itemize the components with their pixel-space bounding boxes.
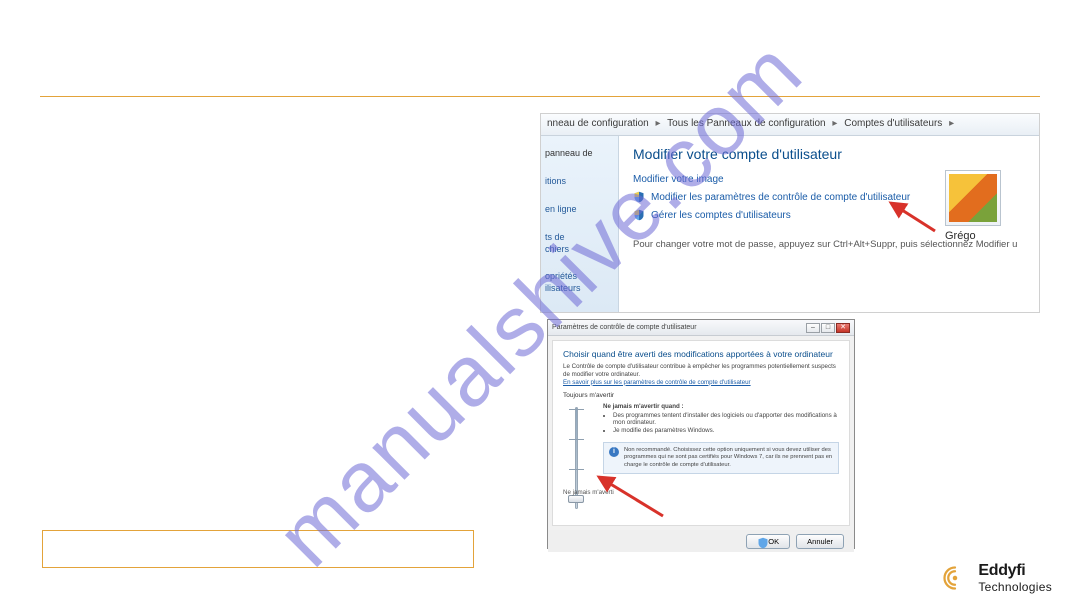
maximize-button[interactable]: □ <box>821 323 835 333</box>
sidebar-item[interactable]: opriétés <box>545 272 614 282</box>
sidebar-item[interactable]: chiers <box>545 245 614 255</box>
page-title: Modifier votre compte d'utilisateur <box>633 146 1027 162</box>
dialog-heading: Choisir quand être averti des modificati… <box>563 349 839 359</box>
sidebar-item[interactable]: ts de <box>545 233 614 243</box>
slider-label-top: Toujours m'avertir <box>563 392 839 399</box>
learn-more-link[interactable]: En savoir plus sur les paramètres de con… <box>563 379 751 386</box>
chevron-right-icon: ▸ <box>832 118 837 129</box>
sidebar-item[interactable]: ilisateurs <box>545 284 614 294</box>
info-icon: i <box>609 447 619 457</box>
link-label: Modifier votre image <box>633 174 724 185</box>
breadcrumb-seg-2[interactable]: Tous les Panneaux de configuration <box>667 118 825 129</box>
never-notify-panel: Ne jamais m'avertir quand : Des programm… <box>603 403 839 434</box>
info-text: Non recommandé. Choisissez cette option … <box>624 447 833 469</box>
minimize-button[interactable]: – <box>806 323 820 333</box>
shield-icon <box>757 537 765 545</box>
brand-logo: Eddyfi Technologies <box>940 562 1052 594</box>
shield-icon <box>633 191 645 203</box>
button-label: Annuler <box>807 537 833 546</box>
ok-button[interactable]: OK <box>746 534 790 549</box>
link-label: Modifier les paramètres de contrôle de c… <box>651 192 910 203</box>
cancel-button[interactable]: Annuler <box>796 534 844 549</box>
window-title: Paramètres de contrôle de compte d'utili… <box>552 324 697 331</box>
button-label: OK <box>768 537 779 546</box>
titlebar: Paramètres de contrôle de compte d'utili… <box>548 320 854 336</box>
user-name: Grégo <box>945 230 1033 242</box>
dialog-intro: Le Contrôle de compte d'utilisateur cont… <box>563 363 839 379</box>
control-panel-screenshot: nneau de configuration ▸ Tous les Pannea… <box>540 113 1040 313</box>
close-button[interactable]: ✕ <box>836 323 850 333</box>
uac-dialog-screenshot: Paramètres de contrôle de compte d'utili… <box>547 319 855 549</box>
annotation-arrow-icon <box>885 199 945 239</box>
user-tile: Grégo <box>945 170 1033 242</box>
sidebar-heading: panneau de <box>545 149 614 159</box>
sidebar: panneau de itions en ligne ts de chiers … <box>541 136 619 312</box>
divider-line <box>40 96 1040 97</box>
breadcrumb-seg-1[interactable]: nneau de configuration <box>547 118 649 129</box>
bullet: Des programmes tentent d'installer des l… <box>613 412 839 426</box>
logo-line-2: Technologies <box>978 580 1052 594</box>
breadcrumb: nneau de configuration ▸ Tous les Pannea… <box>541 114 1039 136</box>
sidebar-item[interactable]: bles <box>545 312 614 313</box>
uac-slider[interactable] <box>563 403 589 513</box>
logo-line-1: Eddyfi <box>978 562 1052 580</box>
avatar <box>945 170 1001 226</box>
placeholder-box <box>42 530 474 568</box>
panel-heading: Ne jamais m'avertir quand : <box>603 403 839 410</box>
breadcrumb-seg-3[interactable]: Comptes d'utilisateurs <box>844 118 942 129</box>
shield-icon <box>633 209 645 221</box>
logo-mark-icon <box>940 563 970 593</box>
sidebar-item[interactable]: en ligne <box>545 205 614 215</box>
sidebar-item[interactable]: itions <box>545 177 614 187</box>
annotation-arrow-icon <box>593 471 673 521</box>
link-label: Gérer les comptes d'utilisateurs <box>651 210 791 221</box>
dialog-buttons: OK Annuler <box>548 530 854 552</box>
info-callout: i Non recommandé. Choisissez cette optio… <box>603 442 839 474</box>
slider-thumb[interactable] <box>568 495 584 503</box>
chevron-right-icon: ▸ <box>949 118 954 129</box>
bullet: Je modifie des paramètres Windows. <box>613 427 839 434</box>
chevron-right-icon: ▸ <box>656 118 661 129</box>
